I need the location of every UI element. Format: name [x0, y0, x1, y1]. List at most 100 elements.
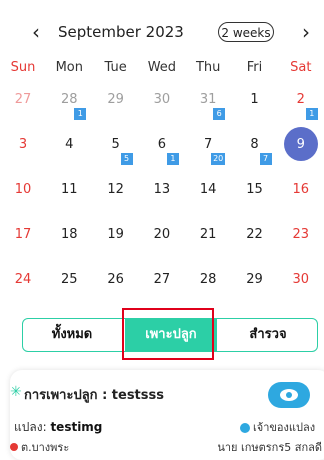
location-pin-icon — [10, 443, 18, 451]
day-number: 9 — [296, 137, 305, 152]
weekday-label: Fri — [246, 60, 263, 75]
day-cell[interactable]: 27 — [0, 88, 46, 133]
day-cell[interactable]: 14 — [185, 178, 231, 223]
day-number: 27 — [153, 272, 171, 287]
filter-planting-button[interactable]: เพาะปลูก — [125, 319, 217, 351]
day-number: 29 — [107, 92, 124, 107]
day-cell[interactable]: 29 — [232, 268, 278, 313]
day-cell[interactable]: 18 — [46, 223, 92, 268]
calendar-header: ‹ September 2023 2 weeks › — [0, 0, 324, 60]
day-number: 20 — [153, 227, 171, 242]
day-cell[interactable]: 10 — [0, 178, 46, 223]
day-cell[interactable]: 9 — [278, 127, 324, 178]
day-number: 17 — [14, 227, 32, 242]
day-number: 30 — [153, 92, 171, 107]
day-cell[interactable]: 4 — [46, 133, 92, 178]
day-number: 5 — [111, 137, 120, 152]
sprout-icon: ✳ — [10, 384, 22, 400]
day-cell[interactable]: 24 — [0, 268, 46, 313]
day-number: 6 — [157, 137, 167, 152]
day-number: 8 — [250, 137, 259, 152]
view-button[interactable] — [268, 382, 310, 408]
day-number: 25 — [61, 272, 78, 287]
day-cell[interactable]: 15 — [232, 178, 278, 223]
plot-row: แปลง: testimg — [14, 418, 102, 437]
chevron-right-icon[interactable]: › — [296, 20, 316, 44]
day-number: 27 — [14, 92, 32, 107]
day-cell[interactable]: 30 — [139, 88, 185, 133]
day-cell[interactable]: 22 — [232, 223, 278, 268]
day-cell[interactable]: 31 6 — [185, 88, 231, 133]
day-cell[interactable]: 61 — [139, 133, 185, 178]
week-row: 3 4 5 5 6 1 7 20 8 7 9 — [0, 127, 324, 178]
day-cell[interactable]: 55 — [93, 133, 139, 178]
week-row: 17 18 19 20 21 22 23 — [0, 223, 324, 268]
event-count-badge: 1 — [305, 108, 318, 120]
person-icon — [240, 423, 250, 433]
filter-all-button[interactable]: ทั้งหมด — [23, 319, 121, 351]
day-number: 29 — [246, 272, 263, 287]
day-cell[interactable]: 28 — [185, 268, 231, 313]
plot-value: testimg — [50, 420, 103, 434]
weekday-label: Thu — [195, 60, 221, 75]
day-cell[interactable]: 26 — [93, 268, 139, 313]
event-count-badge: 1 — [74, 108, 87, 120]
day-number: 10 — [14, 182, 32, 197]
day-cell[interactable]: 30 — [278, 268, 324, 313]
filter-segment: ทั้งหมด เพาะปลูก สำรวจ — [22, 318, 318, 352]
day-cell[interactable]: 29 — [93, 88, 139, 133]
view-toggle-button[interactable]: 2 weeks — [218, 22, 274, 42]
event-count-badge: 5 — [120, 153, 133, 165]
owner-row: เจ้าของแปลง — [240, 418, 315, 436]
day-number: 13 — [153, 182, 171, 197]
day-cell[interactable]: 25 — [46, 268, 92, 313]
day-cell[interactable]: 19 — [93, 223, 139, 268]
day-number: 28 — [61, 92, 78, 107]
day-number: 12 — [107, 182, 124, 197]
week-row: 24 25 26 27 28 29 30 — [0, 268, 324, 313]
day-number: 16 — [292, 182, 310, 197]
plot-label: แปลง: — [14, 420, 47, 434]
day-cell[interactable]: 17 — [0, 223, 46, 268]
day-number: 22 — [246, 227, 263, 242]
day-number: 3 — [18, 137, 28, 152]
day-number: 7 — [204, 137, 213, 152]
month-title: September 2023 — [58, 23, 184, 41]
day-cell[interactable]: 13 — [139, 178, 185, 223]
weekday-header-row: Sun Mon Tue Wed Thu Fri Sat — [0, 58, 324, 78]
day-number: 19 — [107, 227, 124, 242]
day-cell[interactable]: 28 1 — [46, 88, 92, 133]
event-count-badge: 7 — [259, 153, 272, 165]
day-number: 15 — [246, 182, 263, 197]
day-number: 21 — [199, 227, 217, 242]
day-cell[interactable]: 20 — [139, 223, 185, 268]
owner-label: เจ้าของแปลง — [253, 421, 316, 434]
day-cell[interactable]: 7 20 — [185, 133, 231, 178]
day-cell[interactable]: 21 — [185, 223, 231, 268]
day-cell[interactable]: 27 — [139, 268, 185, 313]
chevron-left-icon[interactable]: ‹ — [26, 20, 46, 44]
day-number: 2 — [296, 92, 305, 107]
day-number: 18 — [61, 227, 78, 242]
day-cell[interactable]: 1 — [232, 88, 278, 133]
day-number: 26 — [107, 272, 124, 287]
calendar-grid: Sun Mon Tue Wed Thu Fri Sat 27 28 1 29 30 31 6 1 2 1 3 4 5 5… — [0, 58, 324, 313]
weekday-label: Sun — [10, 60, 36, 75]
day-number: 11 — [61, 182, 78, 197]
day-number: 23 — [292, 227, 310, 242]
day-number: 24 — [14, 272, 32, 287]
weekday-label: Wed — [147, 60, 177, 75]
weekday-label: Mon — [55, 60, 83, 75]
day-cell[interactable]: 12 — [93, 178, 139, 223]
day-number: 4 — [65, 137, 74, 152]
event-count-badge: 6 — [213, 108, 226, 120]
day-cell[interactable]: 11 — [46, 178, 92, 223]
day-cell[interactable]: 16 — [278, 178, 324, 223]
day-cell[interactable]: 23 — [278, 223, 324, 268]
day-number: 31 — [199, 92, 217, 107]
day-cell[interactable]: 87 — [232, 133, 278, 178]
filter-survey-button[interactable]: สำรวจ — [219, 319, 317, 351]
day-cell[interactable]: 3 — [0, 133, 46, 178]
location-row: ต.บางพระ นาย เกษตรกร5 สกลดี — [10, 438, 322, 456]
weekday-label: Tue — [104, 60, 127, 75]
